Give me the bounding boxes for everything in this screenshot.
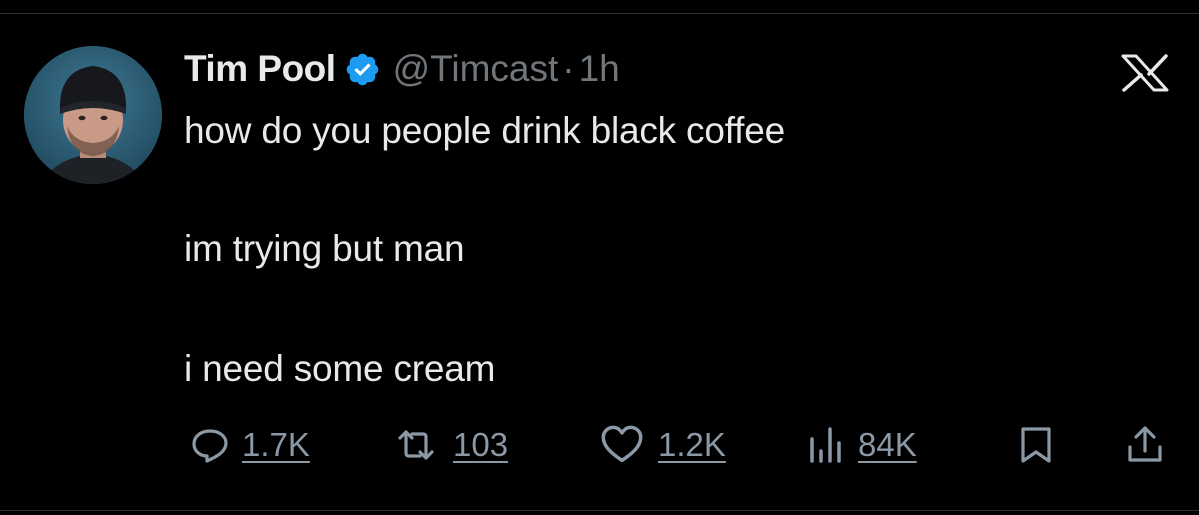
reply-button[interactable]: 1.7K [190,420,310,470]
reply-count: 1.7K [242,426,310,463]
heart-icon [601,425,643,463]
top-divider [0,13,1199,14]
bookmark-button[interactable] [1016,420,1056,470]
repost-icon [398,430,434,460]
share-icon [1128,426,1162,462]
bookmark-icon [1021,427,1051,463]
views-button[interactable]: 84K [806,420,917,470]
tweet-text-line-3: i need some cream [184,348,496,389]
like-button[interactable]: 1.2K [598,420,726,470]
repost-button[interactable]: 103 [385,420,508,470]
repost-count: 103 [453,426,509,463]
avatar-image [24,46,162,184]
separator-dot: · [562,48,575,89]
x-logo-icon [1120,54,1170,92]
views-icon [810,427,841,463]
timestamp[interactable]: 1h [579,48,620,90]
share-button[interactable] [1125,420,1165,470]
tweet-text-line-2: im trying but man [184,228,465,269]
reply-icon [192,429,228,463]
tweet-header: Tim Pool @Timcast · 1h [184,44,620,94]
action-bar: 1.7K 103 1.2K 84K [0,420,1199,470]
author-name[interactable]: Tim Pool [184,48,336,90]
author-handle[interactable]: @Timcast [393,48,559,90]
verified-badge-icon [344,51,381,88]
bottom-divider [0,510,1199,511]
tweet-text-line-1: how do you people drink black coffee [184,110,785,151]
views-count: 84K [858,426,917,463]
like-count: 1.2K [658,426,726,463]
avatar[interactable] [24,46,162,184]
